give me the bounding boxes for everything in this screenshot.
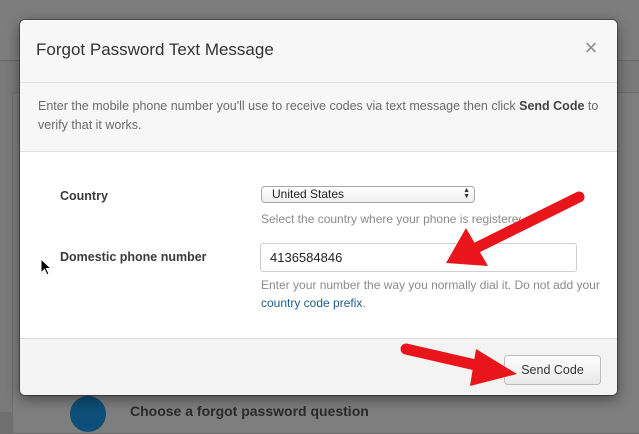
dialog-footer: Send Code [20, 338, 617, 395]
select-updown-icon: ▲ ▼ [463, 187, 470, 200]
country-code-prefix-link[interactable]: country code prefix [261, 296, 362, 310]
dialog-title: Forgot Password Text Message [36, 40, 274, 59]
country-select[interactable]: United States ▲ ▼ [261, 186, 475, 203]
close-icon[interactable]: × [581, 37, 601, 59]
badge-icon [70, 396, 106, 432]
phone-help-end: . [362, 296, 366, 310]
intro-send-code-emphasis: Send Code [519, 99, 585, 113]
phone-help-start: Enter your number the way you normally d… [261, 278, 600, 292]
country-select-value: United States [272, 187, 345, 201]
phone-number-input[interactable] [260, 243, 577, 272]
phone-help-text: Enter your number the way you normally d… [261, 276, 601, 312]
background-section-heading: Choose a forgot password question [130, 403, 369, 419]
intro-text: Enter the mobile phone number you'll use… [38, 97, 613, 135]
phone-label: Domestic phone number [60, 250, 207, 264]
dialog-header: Forgot Password Text Message × [20, 20, 617, 83]
dialog-intro: Enter the mobile phone number you'll use… [20, 83, 617, 152]
send-code-button[interactable]: Send Code [504, 355, 601, 385]
country-label: Country [60, 189, 108, 203]
intro-text-start: Enter the mobile phone number you'll use… [38, 99, 520, 113]
country-help-text: Select the country where your phone is r… [261, 212, 521, 226]
mouse-pointer-icon [40, 258, 53, 276]
forgot-password-sms-dialog: Forgot Password Text Message × Enter the… [20, 20, 617, 395]
